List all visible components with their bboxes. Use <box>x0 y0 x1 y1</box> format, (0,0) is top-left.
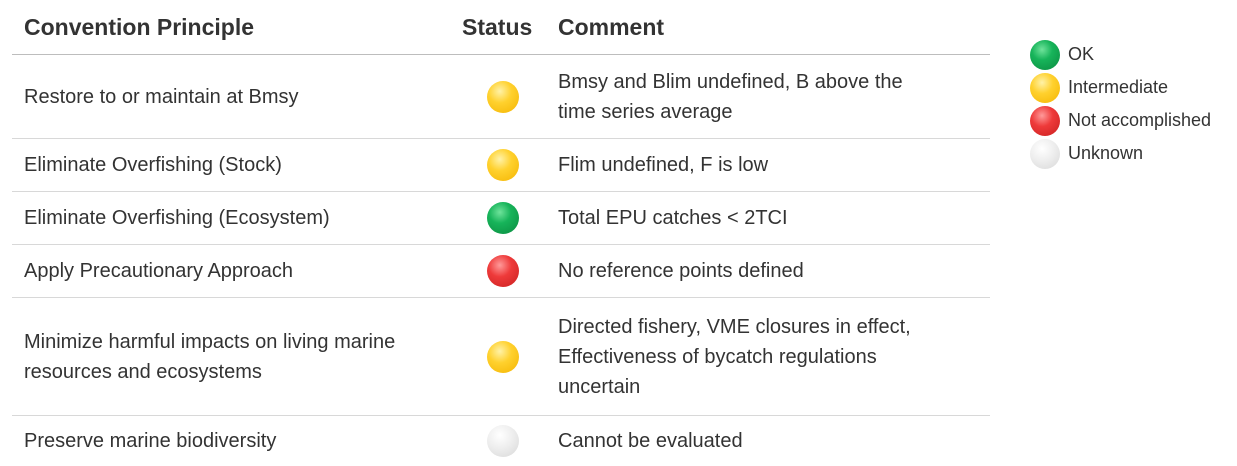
comment-cell: Directed fishery, VME closures in effect… <box>558 312 990 402</box>
principle-cell: Eliminate Overfishing (Ecosystem) <box>24 207 330 229</box>
comment-line: uncertain <box>558 375 641 398</box>
status-green-icon <box>487 202 519 234</box>
table-header: Convention Principle Status Comment <box>12 0 990 55</box>
principle-cell: Preserve marine biodiversity <box>24 430 277 452</box>
comment-line: Directed fishery, VME closures in effect… <box>558 315 911 338</box>
status-yellow-icon <box>487 340 519 373</box>
legend-green-icon <box>1030 39 1060 70</box>
status-legend: OK Intermediate Not accomplished Unknown <box>1030 38 1235 170</box>
comment-cell: No reference points defined <box>558 256 990 286</box>
table-row: Eliminate Overfishing (Ecosystem) Total … <box>12 192 990 245</box>
legend-item-ok: OK <box>1030 38 1235 71</box>
header-principle: Convention Principle <box>24 13 255 40</box>
comment-cell: Bmsy and Blim undefined, B above the tim… <box>558 67 990 127</box>
status-cell <box>448 255 558 287</box>
status-red-icon <box>487 255 519 287</box>
comment-line: Cannot be evaluated <box>558 430 743 452</box>
comment-line: Bmsy and Blim undefined, B above the <box>558 70 903 93</box>
header-status: Status <box>462 13 533 40</box>
table-row: Apply Precautionary Approach No referenc… <box>12 245 990 298</box>
table-row: Restore to or maintain at Bmsy Bmsy and … <box>12 55 990 139</box>
comment-line: Effectiveness of bycatch regulations <box>558 345 877 368</box>
comment-line: Flim undefined, F is low <box>558 154 769 176</box>
status-cell <box>448 425 558 457</box>
status-yellow-icon <box>487 80 519 113</box>
comment-cell: Total EPU catches < 2TCI <box>558 203 990 233</box>
legend-item-not-accomplished: Not accomplished <box>1030 104 1235 137</box>
status-cell <box>448 340 558 373</box>
status-cell <box>448 80 558 113</box>
legend-label: Intermediate <box>1068 77 1169 97</box>
table-row: Preserve marine biodiversity Cannot be e… <box>12 416 990 466</box>
comment-cell: Flim undefined, F is low <box>558 150 990 180</box>
table-row: Minimize harmful impacts on living marin… <box>12 298 990 416</box>
principle-cell: Minimize harmful impacts on living marin… <box>12 327 448 387</box>
table-row: Eliminate Overfishing (Stock) Flim undef… <box>12 139 990 192</box>
comment-line: Total EPU catches < 2TCI <box>558 207 788 229</box>
status-yellow-icon <box>487 149 519 181</box>
header-comment: Comment <box>558 13 665 40</box>
legend-yellow-icon <box>1030 72 1060 103</box>
principle-cell: Eliminate Overfishing (Stock) <box>24 154 282 176</box>
legend-grey-icon <box>1030 138 1060 169</box>
comment-line: time series average <box>558 100 733 123</box>
legend-label: OK <box>1068 44 1095 64</box>
principle-text: Minimize harmful impacts on living marin… <box>24 330 396 383</box>
legend-item-unknown: Unknown <box>1030 137 1235 170</box>
legend-label: Not accomplished <box>1068 110 1212 130</box>
legend-red-icon <box>1030 105 1060 136</box>
comment-cell: Cannot be evaluated <box>558 426 990 456</box>
legend-item-intermediate: Intermediate <box>1030 71 1235 104</box>
legend-label: Unknown <box>1068 143 1144 163</box>
principle-cell: Apply Precautionary Approach <box>24 260 294 282</box>
principle-cell: Restore to or maintain at Bmsy <box>24 85 299 108</box>
comment-line: No reference points defined <box>558 260 804 282</box>
status-cell <box>448 149 558 181</box>
status-table: Convention Principle Status Comment Rest… <box>12 0 990 466</box>
status-cell <box>448 202 558 234</box>
status-grey-icon <box>487 425 519 457</box>
